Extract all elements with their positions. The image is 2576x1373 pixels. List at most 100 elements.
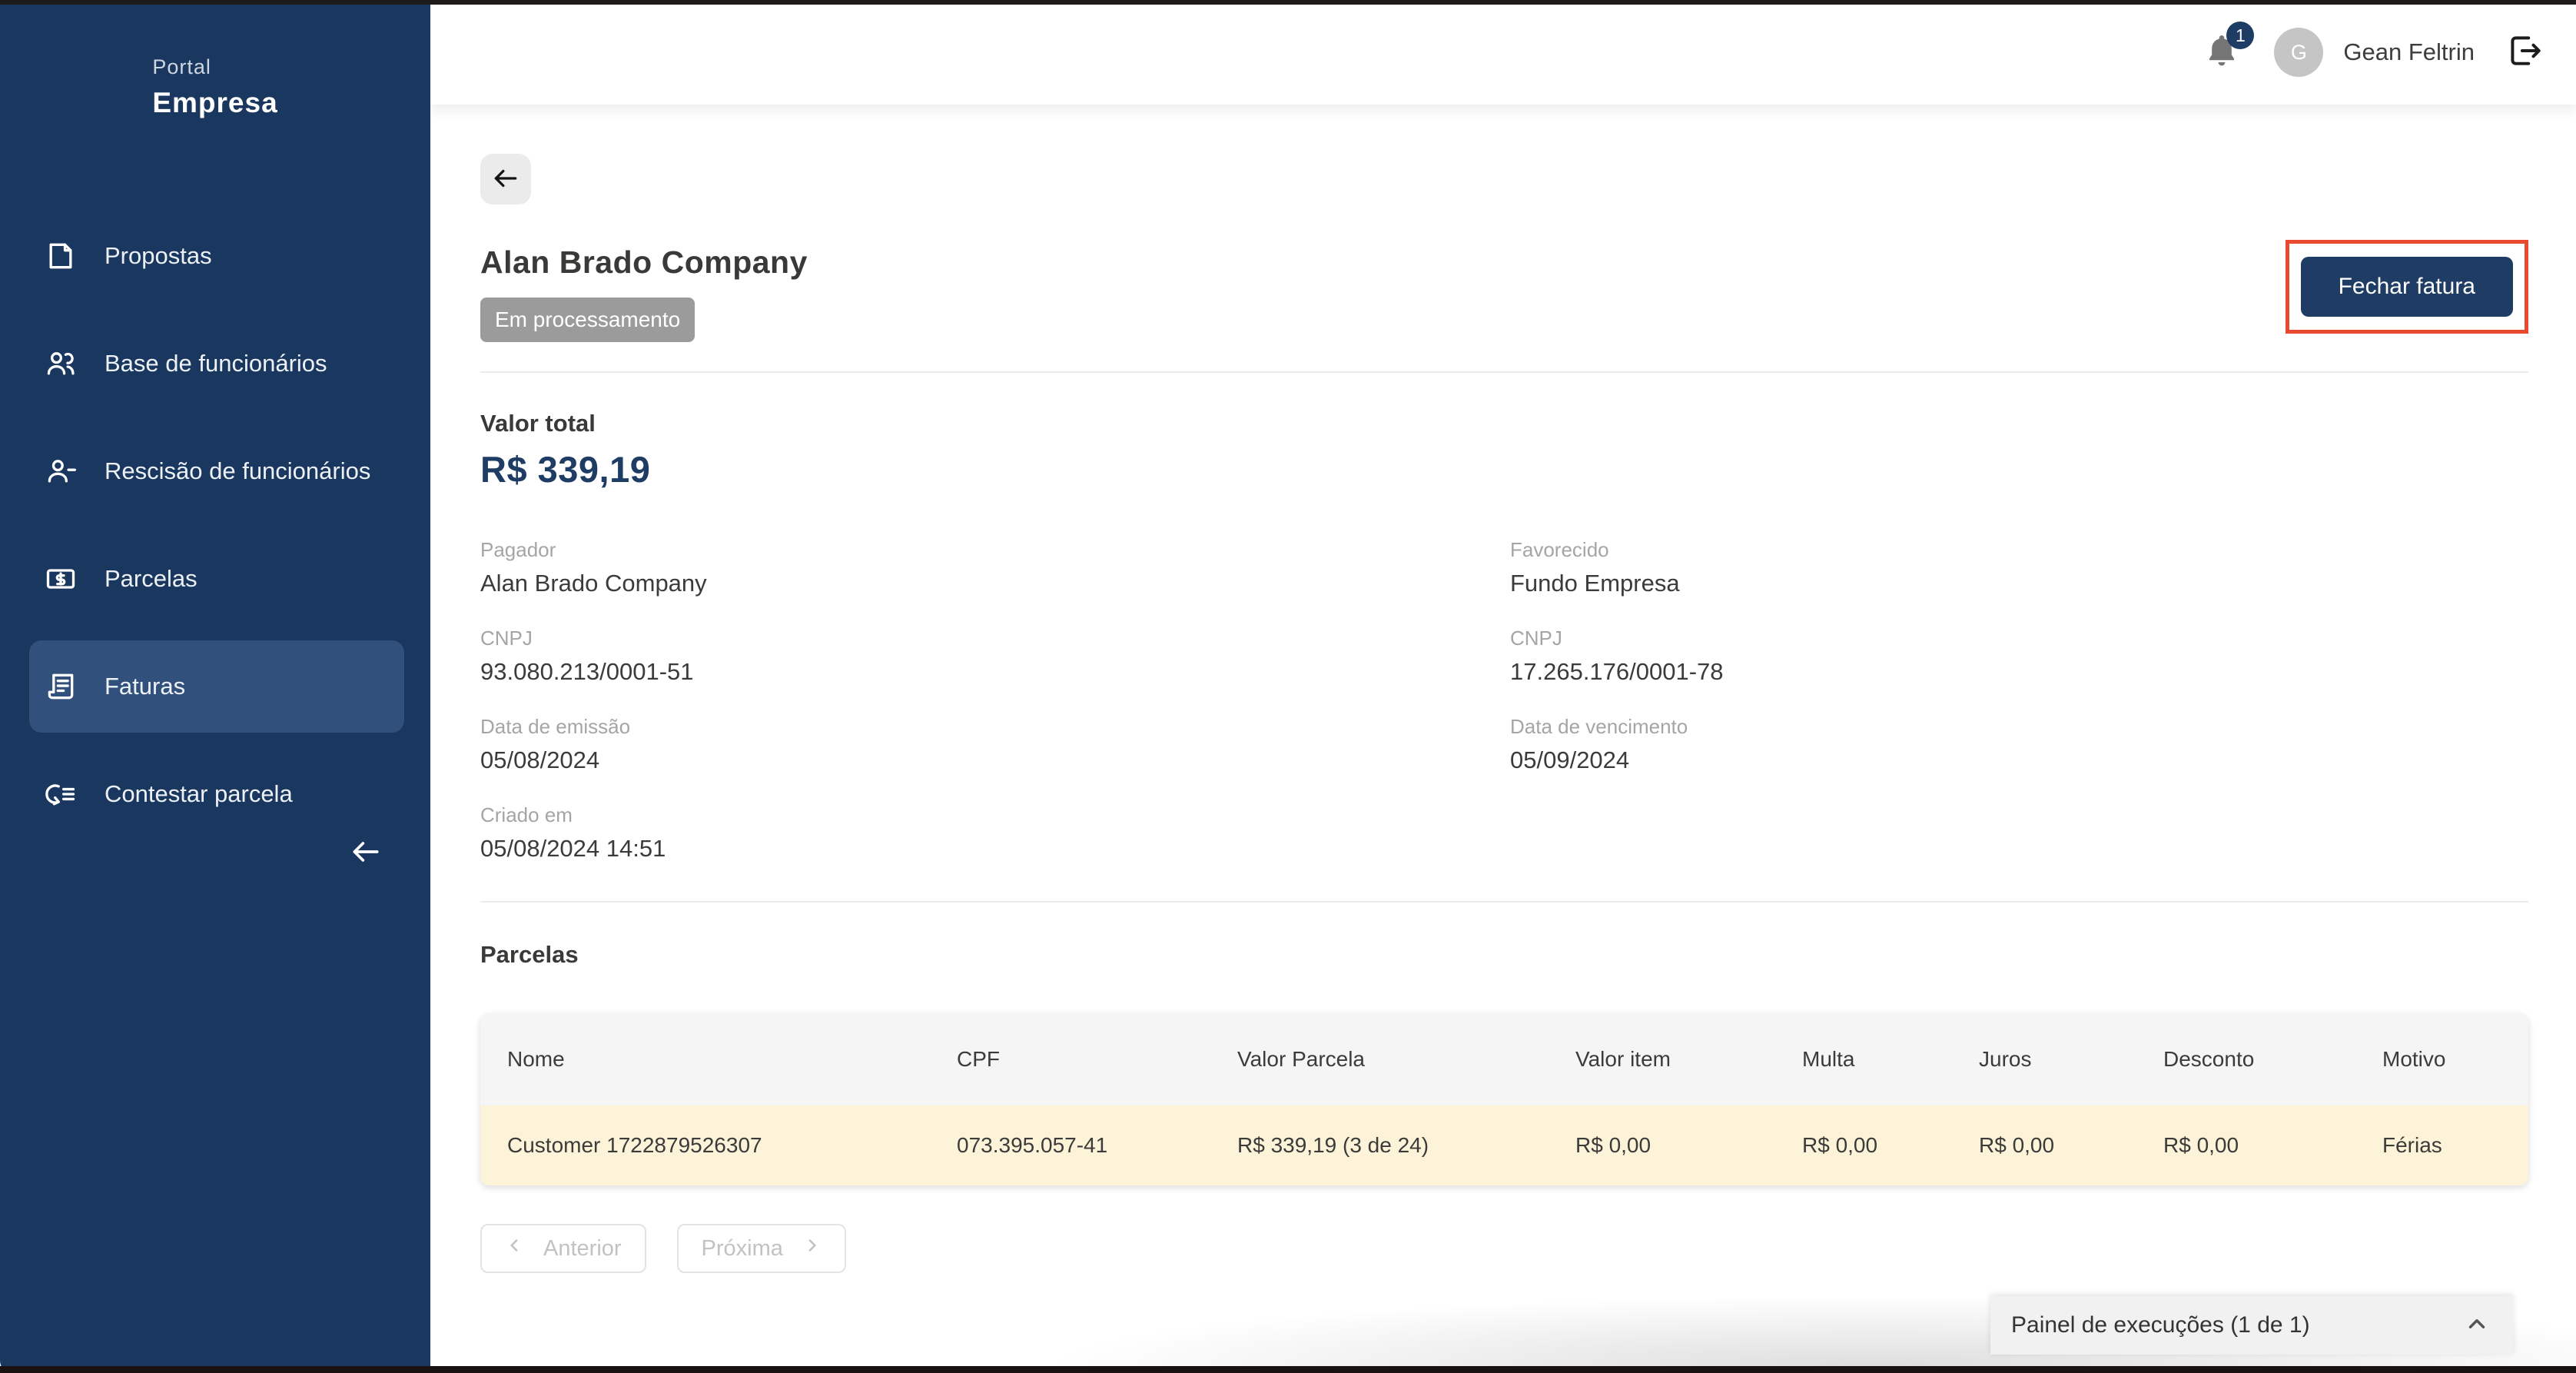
contest-list-icon [43, 776, 78, 812]
field-value: 05/08/2024 [480, 746, 1510, 774]
user-name: Gean Feltrin [2343, 38, 2475, 66]
cell-valor-item: R$ 0,00 [1549, 1133, 1775, 1158]
table-header-row: Nome CPF Valor Parcela Valor item Multa … [480, 1013, 2528, 1105]
parcelas-table: Nome CPF Valor Parcela Valor item Multa … [480, 1013, 2528, 1185]
sidebar-item-label: Faturas [105, 673, 185, 700]
field-cnpj-favorecido: CNPJ 17.265.176/0001-78 [1510, 627, 2528, 686]
arrow-left-icon [349, 835, 383, 873]
sidebar-item-faturas[interactable]: Faturas [29, 640, 404, 733]
next-page-label: Próxima [702, 1236, 783, 1262]
column-header: Multa [1775, 1047, 1952, 1072]
sidebar-item-label: Parcelas [105, 565, 198, 593]
logout-icon [2505, 32, 2543, 74]
previous-page-button[interactable]: Anterior [480, 1224, 646, 1273]
column-header: Valor item [1549, 1047, 1775, 1072]
notification-count-badge: 1 [2226, 22, 2254, 49]
sidebar-nav: Propostas Base de funcionários Rescisão … [0, 210, 430, 840]
column-header: Juros [1952, 1047, 2136, 1072]
sidebar-item-propostas[interactable]: Propostas [29, 210, 404, 302]
invoice-icon [43, 669, 78, 704]
topbar: 1 G Gean Feltrin [430, 0, 2576, 105]
cell-multa: R$ 0,00 [1775, 1133, 1952, 1158]
field-value: Alan Brado Company [480, 570, 1510, 597]
people-icon [43, 346, 78, 381]
total-value: R$ 339,19 [480, 448, 2528, 490]
invoice-detail-page: Alan Brado Company Em processamento Fech… [430, 105, 2576, 1373]
sidebar-item-label: Propostas [105, 242, 212, 270]
cell-juros: R$ 0,00 [1952, 1133, 2136, 1158]
cell-motivo: Férias [2355, 1133, 2528, 1158]
column-header: Motivo [2355, 1047, 2528, 1072]
avatar[interactable]: G [2274, 28, 2323, 77]
sidebar-item-label: Rescisão de funcionários [105, 457, 370, 485]
divider [480, 371, 2528, 373]
brand-logo: Portal Empresa [0, 55, 430, 119]
field-label: Criado em [480, 803, 1510, 827]
table-row[interactable]: Customer 1722879526307 073.395.057-41 R$… [480, 1105, 2528, 1185]
chevron-up-icon [2464, 1311, 2490, 1341]
sidebar-collapse-button[interactable] [344, 832, 387, 875]
fields-left-column: Pagador Alan Brado Company CNPJ 93.080.2… [480, 538, 1510, 892]
column-header: Desconto [2136, 1047, 2355, 1072]
sidebar: Portal Empresa Propostas Base de funcion… [0, 0, 430, 1373]
field-pagador: Pagador Alan Brado Company [480, 538, 1510, 597]
fields-right-column: Favorecido Fundo Empresa CNPJ 17.265.176… [1510, 538, 2528, 892]
sidebar-item-contestar-parcela[interactable]: Contestar parcela [29, 748, 404, 840]
field-criado-em: Criado em 05/08/2024 14:51 [480, 803, 1510, 863]
arrow-left-icon [491, 164, 520, 195]
avatar-initial: G [2291, 41, 2307, 65]
window-top-edge [0, 0, 2576, 5]
executions-panel-toggle[interactable]: Painel de execuções (1 de 1) [1990, 1296, 2513, 1355]
sidebar-item-label: Contestar parcela [105, 780, 293, 808]
status-badge: Em processamento [480, 298, 695, 342]
field-value: Fundo Empresa [1510, 570, 2528, 597]
back-button[interactable] [480, 154, 531, 204]
field-label: Data de emissão [480, 715, 1510, 739]
field-label: CNPJ [480, 627, 1510, 650]
parcelas-section-title: Parcelas [480, 941, 2528, 969]
column-header: Valor Parcela [1210, 1047, 1549, 1072]
column-header: CPF [930, 1047, 1210, 1072]
bell-icon [2203, 61, 2240, 74]
field-value: 93.080.213/0001-51 [480, 658, 1510, 686]
cell-cpf: 073.395.057-41 [930, 1133, 1210, 1158]
red-annotation-box: Fechar fatura [2286, 240, 2528, 334]
notifications-button[interactable]: 1 [2203, 31, 2243, 74]
window-bottom-edge [0, 1366, 2576, 1373]
field-data-emissao: Data de emissão 05/08/2024 [480, 715, 1510, 774]
field-cnpj-pagador: CNPJ 93.080.213/0001-51 [480, 627, 1510, 686]
sidebar-item-base-de-funcionarios[interactable]: Base de funcionários [29, 317, 404, 410]
next-page-button[interactable]: Próxima [677, 1224, 846, 1273]
total-label: Valor total [480, 410, 2528, 437]
cell-desconto: R$ 0,00 [2136, 1133, 2355, 1158]
page-title: Alan Brado Company [480, 244, 808, 281]
previous-page-label: Anterior [543, 1236, 622, 1262]
field-value: 17.265.176/0001-78 [1510, 658, 2528, 686]
sidebar-item-rescisao-de-funcionarios[interactable]: Rescisão de funcionários [29, 425, 404, 517]
cell-valor-parcela: R$ 339,19 (3 de 24) [1210, 1133, 1549, 1158]
chevron-right-icon [802, 1235, 822, 1262]
field-favorecido: Favorecido Fundo Empresa [1510, 538, 2528, 597]
document-icon [43, 238, 78, 274]
field-value: 05/09/2024 [1510, 746, 2528, 774]
brand-company-text: Empresa [152, 87, 277, 119]
field-label: Data de vencimento [1510, 715, 2528, 739]
person-remove-icon [43, 454, 78, 489]
sidebar-item-parcelas[interactable]: Parcelas [29, 533, 404, 625]
invoice-fields: Pagador Alan Brado Company CNPJ 93.080.2… [480, 538, 2528, 892]
divider [480, 901, 2528, 903]
field-data-vencimento: Data de vencimento 05/09/2024 [1510, 715, 2528, 774]
main-area: 1 G Gean Feltrin Alan Brado Co [430, 0, 2576, 1373]
field-label: CNPJ [1510, 627, 2528, 650]
pagination: Anterior Próxima [480, 1224, 2528, 1273]
close-invoice-button[interactable]: Fechar fatura [2301, 257, 2513, 317]
cell-nome: Customer 1722879526307 [480, 1133, 930, 1158]
brand-portal-text: Portal [152, 55, 277, 79]
chevron-left-icon [505, 1235, 525, 1262]
field-value: 05/08/2024 14:51 [480, 835, 1510, 863]
banknote-icon [43, 561, 78, 597]
executions-panel-label: Painel de execuções (1 de 1) [2011, 1312, 2310, 1338]
sidebar-item-label: Base de funcionários [105, 350, 327, 377]
logout-button[interactable] [2504, 32, 2544, 72]
field-label: Favorecido [1510, 538, 2528, 562]
